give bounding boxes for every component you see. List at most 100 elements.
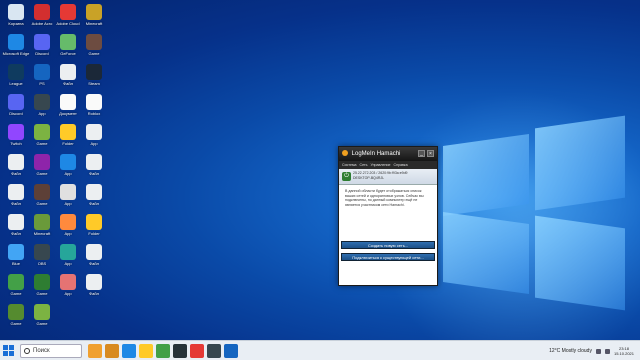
app-icon <box>86 94 102 110</box>
desktop-icon[interactable]: Adobe Cloud <box>54 4 82 26</box>
desktop-icon[interactable]: Game <box>28 124 56 146</box>
desktop-icon[interactable]: Minecraft <box>80 4 108 26</box>
network-icon[interactable] <box>595 348 601 354</box>
desktop-icon-label: App <box>64 231 72 236</box>
desktop-icon[interactable]: App <box>54 184 82 206</box>
desktop-icon[interactable]: Folder <box>54 124 82 146</box>
minimize-button[interactable]: _ <box>418 150 425 157</box>
desktop-icon[interactable]: Game <box>28 304 56 326</box>
desktop-icon[interactable]: Файл <box>54 64 82 86</box>
app-icon <box>86 64 102 80</box>
taskbar-monkey-app-2-icon[interactable] <box>105 344 119 358</box>
start-button[interactable] <box>3 345 15 357</box>
desktop-icon[interactable]: League <box>2 64 30 86</box>
app-icon <box>34 154 50 170</box>
taskbar-red-app-icon[interactable] <box>190 344 204 358</box>
app-icon <box>86 4 102 20</box>
desktop-icon-label: Discord <box>9 111 23 116</box>
desktop-icon[interactable]: App <box>54 244 82 266</box>
taskbar-green-app-icon[interactable] <box>156 344 170 358</box>
desktop-icon-label: App <box>64 261 72 266</box>
taskbar-explorer-icon[interactable] <box>139 344 153 358</box>
desktop-icon[interactable]: Файл <box>80 154 108 176</box>
desktop-icon[interactable]: Game <box>2 274 30 296</box>
app-icon <box>34 184 50 200</box>
desktop-icon[interactable]: GeForce <box>54 34 82 56</box>
volume-icon[interactable] <box>604 348 610 354</box>
menu-help[interactable]: Справка <box>393 161 407 169</box>
desktop-icon-label: Файл <box>89 291 99 296</box>
desktop-icon[interactable]: PS <box>28 64 56 86</box>
app-icon <box>8 4 24 20</box>
taskbar-dark-app-icon[interactable] <box>173 344 187 358</box>
hamachi-info-text: В данной области будет отображаться спис… <box>345 189 424 207</box>
app-icon <box>60 184 76 200</box>
desktop-icon[interactable]: Blue <box>2 244 30 266</box>
taskbar-dark-app-2-icon[interactable] <box>207 344 221 358</box>
desktop-icon[interactable]: Folder <box>80 214 108 236</box>
desktop-icon[interactable]: Steam <box>80 64 108 86</box>
desktop-icon[interactable]: Game <box>28 184 56 206</box>
taskbar-monkey-app-icon[interactable] <box>88 344 102 358</box>
clock[interactable]: 23:18 15.10.2021 <box>614 346 634 356</box>
desktop-icon[interactable]: Twitch <box>2 124 30 146</box>
desktop-icon[interactable]: App <box>54 274 82 296</box>
join-network-button[interactable]: Подключиться к существующей сети... <box>341 253 435 261</box>
desktop-icon-label: Файл <box>11 231 21 236</box>
date: 15.10.2021 <box>613 351 634 356</box>
desktop-icon[interactable]: App <box>80 124 108 146</box>
desktop-icon[interactable]: App <box>54 214 82 236</box>
desktop-icon-label: Game <box>88 51 100 56</box>
desktop-icon[interactable]: OBS <box>28 244 56 266</box>
desktop-icon[interactable]: Roblox <box>80 94 108 116</box>
desktop-icon[interactable]: Adobe Acro <box>28 4 56 26</box>
app-icon <box>8 274 24 290</box>
desktop-icon[interactable]: Minecraft <box>28 214 56 236</box>
desktop-icon-label: Корзина <box>8 21 24 26</box>
desktop-icon[interactable]: Discord <box>28 34 56 56</box>
app-icon <box>60 94 76 110</box>
desktop-icon[interactable]: Microsoft Edge <box>2 34 30 56</box>
app-icon <box>34 4 50 20</box>
desktop-icons: Корзина Adobe Acro Adobe Cloud Minecraft Mic… <box>0 0 130 340</box>
hamachi-window[interactable]: LogMeIn Hamachi _ × Система Сеть Управле… <box>338 146 438 286</box>
taskbar-hamachi-icon[interactable] <box>224 344 238 358</box>
app-icon <box>8 34 24 50</box>
desktop-icon[interactable]: App <box>54 154 82 176</box>
desktop-icon[interactable]: Файл <box>2 154 30 176</box>
hamachi-titlebar[interactable]: LogMeIn Hamachi _ × <box>339 147 437 161</box>
power-icon[interactable]: ⏻ <box>342 172 351 181</box>
hamachi-status-bar: ⏻ 25.22.272.203 / 2620:9b:f93a:e9d9 DESK… <box>339 169 437 185</box>
desktop-icon[interactable]: Файл <box>80 274 108 296</box>
desktop-icon[interactable]: Корзина <box>2 4 30 26</box>
desktop-icon[interactable]: Файл <box>2 184 30 206</box>
app-icon <box>8 94 24 110</box>
desktop-icon-label: Folder <box>62 141 74 146</box>
desktop-icon[interactable]: Файл <box>80 184 108 206</box>
close-button[interactable]: × <box>427 150 434 157</box>
desktop-icon[interactable]: App <box>28 94 56 116</box>
create-network-button[interactable]: Создать новую сеть... <box>341 241 435 249</box>
menu-manage[interactable]: Управление <box>370 161 390 169</box>
desktop-icon-label: Файл <box>89 171 99 176</box>
desktop-icon[interactable]: Документ <box>54 94 82 116</box>
desktop-icon-label: Roblox <box>87 111 101 116</box>
desktop-icon-label: App <box>64 291 72 296</box>
desktop-icon-label: Adobe Cloud <box>56 21 80 26</box>
desktop-icon-label: Game <box>36 141 48 146</box>
desktop-icon[interactable]: Discord <box>2 94 30 116</box>
search-box[interactable]: Поиск <box>20 344 82 358</box>
desktop-icon[interactable]: Game <box>80 34 108 56</box>
desktop-icon-label: Folder <box>88 231 100 236</box>
desktop-icon[interactable]: Game <box>28 274 56 296</box>
desktop-icon[interactable]: Файл <box>80 244 108 266</box>
desktop-icon[interactable]: Файл <box>2 214 30 236</box>
taskbar-edge-icon[interactable] <box>122 344 136 358</box>
desktop-icon[interactable]: Game <box>2 304 30 326</box>
menu-system[interactable]: Система <box>342 161 356 169</box>
menu-network[interactable]: Сеть <box>359 161 367 169</box>
app-icon <box>60 34 76 50</box>
desktop-icon[interactable]: Game <box>28 154 56 176</box>
app-icon <box>86 274 102 290</box>
weather-widget[interactable]: 12°C Mostly cloudy <box>549 348 592 354</box>
